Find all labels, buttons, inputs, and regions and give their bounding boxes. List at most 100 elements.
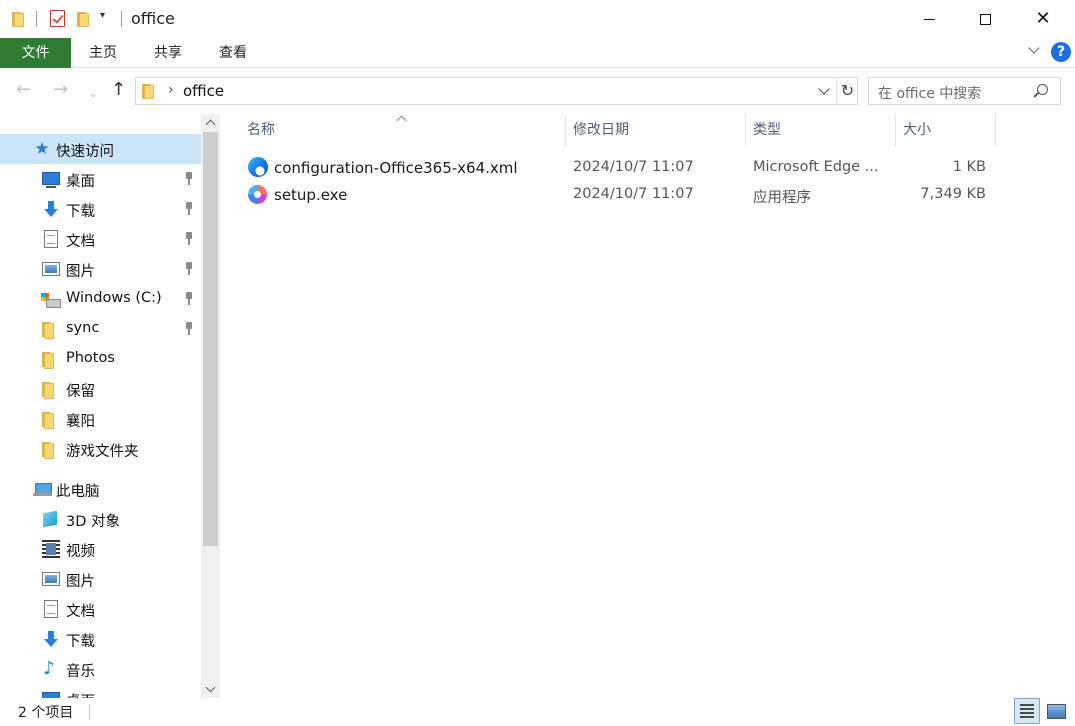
sidebar-item-label: 音乐 <box>66 664 95 680</box>
scroll-up-icon[interactable] <box>201 114 220 131</box>
sidebar-item-quick-access[interactable]: ★ 快速访问 <box>0 134 201 164</box>
forward-button[interactable]: → <box>53 80 68 100</box>
sidebar-item-documents-pc[interactable]: 文档 <box>0 594 201 624</box>
folder-icon <box>40 410 58 429</box>
close-button[interactable]: ✕ <box>1020 0 1066 38</box>
tab-view[interactable]: 查看 <box>209 38 257 68</box>
sort-ascending-icon <box>398 114 406 122</box>
navigation-bar: ← → ⌄ ↑ › office ↻ 在 office 中搜索 <box>0 68 1075 114</box>
pin-icon <box>183 172 195 186</box>
scroll-down-icon[interactable] <box>201 681 220 698</box>
file-list: 名称 修改日期 类型 大小 configuration-Office365-x6… <box>221 114 1075 698</box>
breadcrumb[interactable]: office <box>183 82 224 100</box>
minimize-icon <box>923 18 935 20</box>
sidebar-item-3d-objects[interactable]: 3D 对象 <box>0 504 201 534</box>
sidebar-item-sync[interactable]: sync <box>0 314 201 344</box>
sidebar-item-music[interactable]: ♪ 音乐 <box>0 654 201 684</box>
sidebar-item-this-pc[interactable]: 此电脑 <box>0 474 201 504</box>
file-row[interactable]: setup.exe 2024/10/7 11:07 应用程序 7,349 KB <box>221 182 1075 209</box>
sidebar-item-pictures-pc[interactable]: 图片 <box>0 564 201 594</box>
sidebar-item-games-folder[interactable]: 游戏文件夹 <box>0 434 201 464</box>
item-count: 2 个项目 <box>18 705 74 721</box>
video-icon <box>42 540 60 558</box>
sidebar-item-pictures[interactable]: 图片 <box>0 254 201 284</box>
navigation-pane: ★ 快速访问 桌面 下载 文档 图片 Windows (C:) sync Pho… <box>0 114 201 698</box>
column-divider[interactable] <box>895 114 896 146</box>
customize-quick-access-dropdown[interactable]: ▾ <box>100 10 105 21</box>
sidebar-item-label: Photos <box>66 350 115 366</box>
column-header-type[interactable]: 类型 <box>753 114 781 146</box>
search-icon[interactable] <box>1037 84 1048 95</box>
folder-icon <box>40 350 58 369</box>
folder-icon <box>40 440 58 459</box>
sidebar-item-desktop[interactable]: 桌面 <box>0 164 201 194</box>
folder-icon <box>40 380 58 399</box>
address-history-dropdown[interactable] <box>820 81 828 93</box>
file-type: Microsoft Edge ... <box>753 159 879 175</box>
sidebar-item-desktop-pc[interactable]: 桌面 <box>0 684 201 698</box>
folder-icon[interactable] <box>12 9 26 29</box>
sidebar-item-xiangyang[interactable]: 襄阳 <box>0 404 201 434</box>
sidebar-item-videos[interactable]: 视频 <box>0 534 201 564</box>
maximize-icon <box>979 13 991 25</box>
maximize-button[interactable] <box>962 0 1008 38</box>
address-bar[interactable]: › office ↻ <box>135 77 858 105</box>
column-header-modified[interactable]: 修改日期 <box>573 114 629 146</box>
3d-objects-icon <box>41 510 59 528</box>
folder-icon <box>142 83 156 99</box>
file-row[interactable]: configuration-Office365-x64.xml 2024/10/… <box>221 155 1075 182</box>
column-header-name[interactable]: 名称 <box>247 114 275 146</box>
large-icons-view-icon[interactable] <box>1045 700 1067 722</box>
divider <box>36 11 37 27</box>
column-header-size[interactable]: 大小 <box>903 114 931 146</box>
tab-share[interactable]: 共享 <box>144 38 192 68</box>
close-icon: ✕ <box>1035 8 1051 29</box>
file-type: 应用程序 <box>753 190 811 206</box>
minimize-button[interactable] <box>906 0 952 38</box>
column-divider[interactable] <box>995 114 996 146</box>
sidebar-item-documents[interactable]: 文档 <box>0 224 201 254</box>
sidebar-item-label: 下载 <box>66 204 95 220</box>
column-divider[interactable] <box>745 114 746 146</box>
window-title: office <box>131 9 175 28</box>
scrollbar-thumb[interactable] <box>203 132 218 546</box>
sidebar-item-windows-drive[interactable]: Windows (C:) <box>0 284 201 314</box>
status-bar: 2 个项目 <box>0 698 1075 726</box>
help-button[interactable]: ? <box>1051 42 1071 62</box>
refresh-button[interactable]: ↻ <box>836 78 858 104</box>
back-button[interactable]: ← <box>16 80 31 100</box>
pin-icon <box>183 202 195 216</box>
pin-icon <box>183 262 195 276</box>
file-size: 1 KB <box>952 159 986 175</box>
sidebar-item-photos[interactable]: Photos <box>0 344 201 374</box>
tab-home[interactable]: 主页 <box>79 38 127 68</box>
column-divider[interactable] <box>565 114 566 146</box>
up-button[interactable]: ↑ <box>111 80 126 100</box>
sidebar-item-label: Windows (C:) <box>66 290 162 306</box>
details-view-icon[interactable] <box>1014 698 1040 724</box>
sidebar-item-downloads-pc[interactable]: 下载 <box>0 624 201 654</box>
breadcrumb-chevron-icon[interactable]: › <box>168 82 174 98</box>
sidebar-item-label: 3D 对象 <box>66 514 120 530</box>
pin-icon <box>183 322 195 336</box>
new-folder-icon[interactable] <box>77 9 91 29</box>
navigation-pane-scrollbar[interactable] <box>201 114 220 698</box>
tab-file[interactable]: 文件 <box>0 38 71 68</box>
expand-ribbon-icon[interactable] <box>1028 44 1042 58</box>
ribbon-tabs: 文件 主页 共享 查看 ? <box>0 38 1075 68</box>
sidebar-item-label: sync <box>66 320 100 336</box>
divider <box>121 11 122 27</box>
download-icon <box>42 630 60 648</box>
sidebar-item-downloads[interactable]: 下载 <box>0 194 201 224</box>
sidebar-item-baoliu[interactable]: 保留 <box>0 374 201 404</box>
properties-icon[interactable] <box>50 10 65 27</box>
sidebar-item-label: 文档 <box>66 604 95 620</box>
sidebar-item-label: 游戏文件夹 <box>66 444 139 460</box>
recent-locations-dropdown[interactable]: ⌄ <box>88 83 98 103</box>
file-modified: 2024/10/7 11:07 <box>573 159 694 175</box>
file-size: 7,349 KB <box>920 186 986 202</box>
computer-icon <box>33 480 52 498</box>
search-input[interactable]: 在 office 中搜索 <box>868 77 1061 105</box>
sidebar-item-label: 视频 <box>66 544 95 560</box>
file-name: setup.exe <box>274 186 348 204</box>
